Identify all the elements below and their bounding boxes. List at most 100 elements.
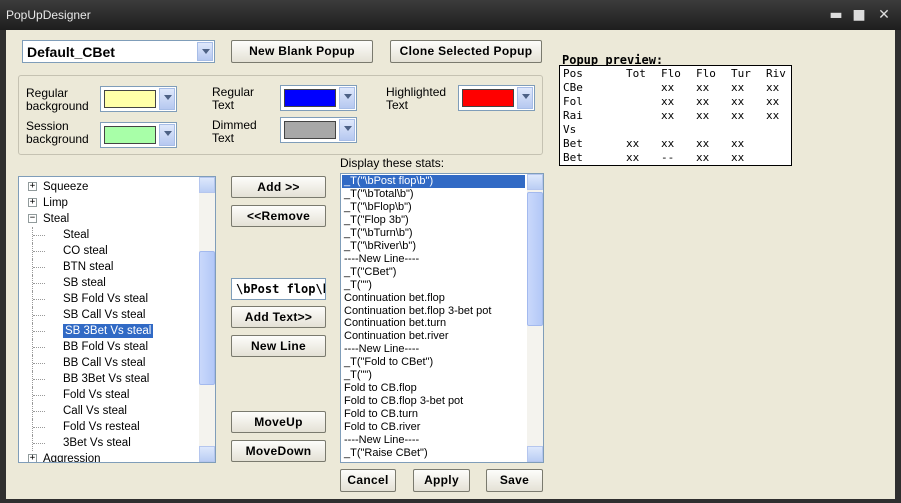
tree-item[interactable]: BTN steal bbox=[63, 260, 114, 274]
stat-item[interactable]: _T("Fold to CBet") bbox=[344, 356, 433, 369]
stat-item[interactable]: ----New Line---- bbox=[344, 343, 419, 356]
tree-item[interactable]: Steal bbox=[43, 212, 69, 226]
stats-tree[interactable]: + Squeeze + Limp − Steal Steal CO steal BTN stea… bbox=[18, 176, 216, 463]
tree-item[interactable]: Squeeze bbox=[43, 180, 88, 194]
cancel-button[interactable]: Cancel bbox=[340, 469, 396, 492]
regular-background-picker[interactable] bbox=[100, 86, 177, 112]
tree-item[interactable]: Call Vs steal bbox=[63, 404, 127, 418]
add-button[interactable]: Add >> bbox=[231, 176, 326, 198]
stat-item[interactable]: _T("") bbox=[344, 369, 372, 382]
stat-item[interactable]: _T("\bRiver\b") bbox=[344, 240, 416, 253]
new-blank-popup-button[interactable]: New Blank Popup bbox=[231, 40, 373, 63]
tree-item[interactable]: Fold Vs resteal bbox=[63, 420, 140, 434]
chevron-down-icon[interactable] bbox=[197, 42, 213, 61]
stat-item[interactable]: _T("\bTurn\b") bbox=[344, 227, 413, 240]
chevron-down-icon[interactable] bbox=[339, 87, 355, 109]
tree-item[interactable]: SB Call Vs steal bbox=[63, 308, 145, 322]
tree-connector-branch bbox=[33, 395, 45, 396]
add-text-button[interactable]: Add Text>> bbox=[231, 306, 326, 328]
clone-popup-button[interactable]: Clone Selected Popup bbox=[390, 40, 542, 63]
tree-item[interactable]: Aggression bbox=[43, 452, 101, 462]
stat-item[interactable]: ----New Line---- bbox=[344, 434, 419, 447]
tree-scrollbar[interactable] bbox=[199, 177, 215, 462]
preview-cell: xx bbox=[626, 151, 640, 164]
highlighted-text-picker[interactable] bbox=[458, 85, 535, 111]
scroll-down-icon[interactable] bbox=[199, 446, 215, 462]
move-down-button[interactable]: MoveDown bbox=[231, 440, 326, 462]
chevron-down-icon[interactable] bbox=[339, 119, 355, 141]
expand-icon[interactable]: + bbox=[28, 182, 37, 191]
tree-connector-branch bbox=[33, 251, 45, 252]
chevron-down-icon[interactable] bbox=[517, 87, 533, 109]
stat-item[interactable]: _T("CBet") bbox=[344, 266, 396, 279]
new-line-button[interactable]: New Line bbox=[231, 335, 326, 357]
tree-item[interactable]: CO steal bbox=[63, 244, 108, 258]
tree-item[interactable]: Limp bbox=[43, 196, 68, 210]
preview-cell: Tot bbox=[626, 67, 646, 80]
stat-item[interactable]: Continuation bet.river bbox=[344, 330, 449, 343]
tree-item-selected[interactable]: SB 3Bet Vs steal bbox=[63, 324, 154, 338]
tree-scroll-thumb[interactable] bbox=[199, 251, 215, 385]
session-background-picker[interactable] bbox=[100, 122, 177, 148]
scroll-down-icon[interactable] bbox=[527, 446, 543, 462]
tree-item[interactable]: BB Fold Vs steal bbox=[63, 340, 148, 354]
close-icon[interactable]: ✕ bbox=[875, 6, 893, 24]
stat-item[interactable]: Fold to CB.river bbox=[344, 421, 420, 434]
move-up-button[interactable]: MoveUp bbox=[231, 411, 326, 433]
tree-connector-branch bbox=[33, 347, 45, 348]
preview-cell: xx bbox=[661, 95, 675, 108]
session-background-swatch bbox=[104, 126, 156, 144]
tree-connector bbox=[32, 259, 57, 275]
highlighted-text-label: Highlighted Text bbox=[386, 85, 447, 112]
tree-item[interactable]: SB Fold Vs steal bbox=[63, 292, 148, 306]
stat-item[interactable]: _T("") bbox=[344, 279, 372, 292]
dimmed-text-picker[interactable] bbox=[280, 117, 357, 143]
remove-button[interactable]: <<Remove bbox=[231, 205, 326, 227]
title-bar: PopUpDesigner ▬ ■ ✕ bbox=[0, 0, 901, 30]
stats-scrollbar[interactable] bbox=[527, 174, 543, 462]
stat-item[interactable]: Continuation bet.turn bbox=[344, 317, 446, 330]
stat-item[interactable]: _T("\bFlop\b") bbox=[344, 201, 412, 214]
text-input[interactable]: \bPost flop\b bbox=[231, 278, 326, 300]
tree-item[interactable]: Steal bbox=[63, 228, 89, 242]
preview-cell: Flo bbox=[661, 67, 681, 80]
scroll-up-icon[interactable] bbox=[527, 174, 543, 190]
tree-item[interactable]: SB steal bbox=[63, 276, 106, 290]
stat-item[interactable]: _T("\bTotal\b") bbox=[344, 188, 414, 201]
chevron-down-icon[interactable] bbox=[159, 124, 175, 146]
stat-item[interactable]: ----New Line---- bbox=[344, 253, 419, 266]
regular-text-picker[interactable] bbox=[280, 85, 357, 111]
tree-connector-branch bbox=[33, 331, 45, 332]
stat-item-selected[interactable]: _T("\bPost flop\b") bbox=[342, 175, 525, 188]
tree-item[interactable]: Fold Vs steal bbox=[63, 388, 129, 402]
maximize-icon[interactable]: ■ bbox=[850, 6, 868, 24]
stat-item[interactable]: Fold to CB.flop 3-bet pot bbox=[344, 395, 463, 408]
save-button[interactable]: Save bbox=[486, 469, 543, 492]
minimize-icon[interactable]: ▬ bbox=[827, 6, 845, 24]
tree-item[interactable]: BB Call Vs steal bbox=[63, 356, 145, 370]
stat-item[interactable]: Continuation bet.flop bbox=[344, 292, 445, 305]
tree-connector-branch bbox=[33, 267, 45, 268]
display-stats-list[interactable]: _T("\bPost flop\b") _T("\bTotal\b") _T("\b… bbox=[340, 173, 544, 463]
tree-connector bbox=[32, 355, 57, 371]
stat-item[interactable]: Fold to CB.turn bbox=[344, 408, 418, 421]
regular-background-label: Regular background bbox=[26, 86, 89, 113]
stat-item[interactable]: _T("Flop 3b") bbox=[344, 214, 409, 227]
stat-item[interactable]: Continuation bet.flop 3-bet pot bbox=[344, 305, 491, 318]
apply-button[interactable]: Apply bbox=[413, 469, 470, 492]
tree-item[interactable]: BB 3Bet Vs steal bbox=[63, 372, 149, 386]
stats-scroll-thumb[interactable] bbox=[527, 192, 543, 326]
tree-item[interactable]: 3Bet Vs steal bbox=[63, 436, 131, 450]
preview-cell: xx bbox=[696, 95, 710, 108]
chevron-down-icon[interactable] bbox=[159, 88, 175, 110]
scroll-up-icon[interactable] bbox=[199, 177, 215, 193]
collapse-icon[interactable]: − bbox=[28, 214, 37, 223]
highlighted-text-swatch bbox=[462, 89, 514, 107]
tree-connector bbox=[32, 243, 57, 259]
preview-cell: xx bbox=[731, 95, 745, 108]
popup-select[interactable]: Default_CBet bbox=[22, 40, 215, 63]
expand-icon[interactable]: + bbox=[28, 198, 37, 207]
expand-icon[interactable]: + bbox=[28, 454, 37, 462]
stat-item[interactable]: _T("Raise CBet") bbox=[344, 447, 428, 460]
stat-item[interactable]: Fold to CB.flop bbox=[344, 382, 417, 395]
